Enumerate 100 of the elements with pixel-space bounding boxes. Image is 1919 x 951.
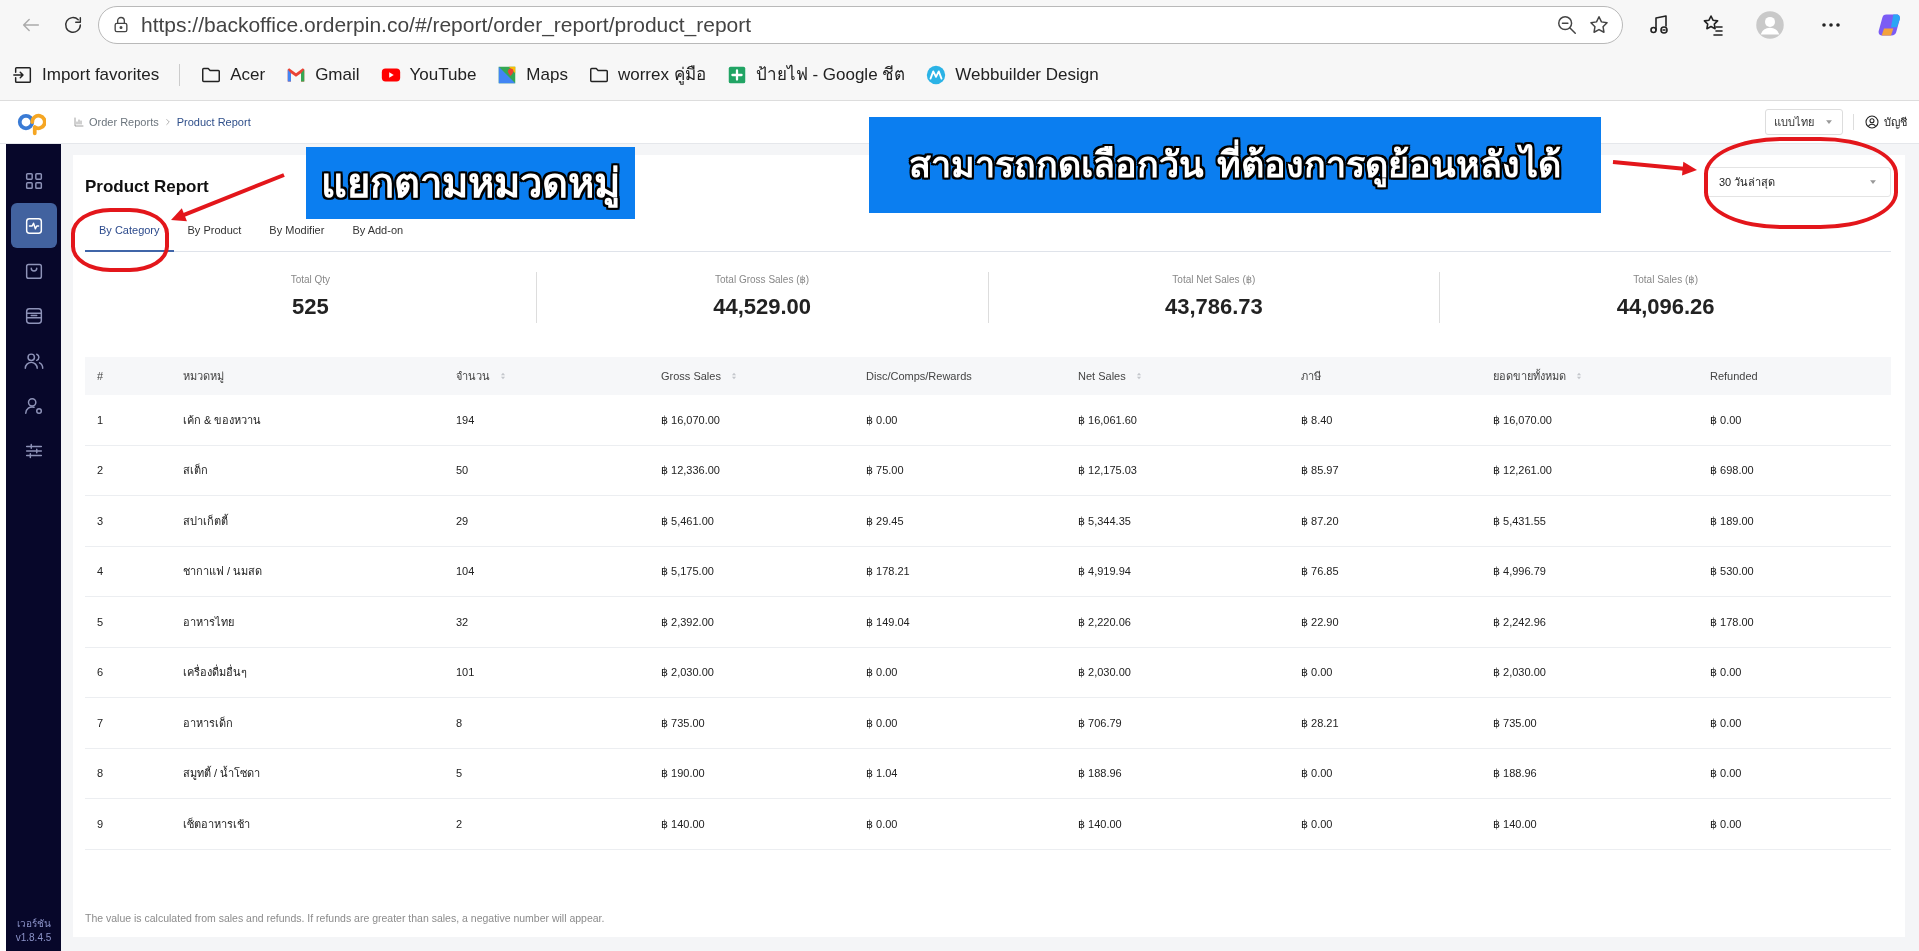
table-cell: 5 bbox=[97, 615, 104, 628]
stat-value: 43,786.73 bbox=[1163, 292, 1264, 321]
bookmark-link[interactable]: Maps bbox=[496, 62, 568, 88]
table-cell: ฿ 4,996.79 bbox=[1493, 565, 1546, 578]
report-tab[interactable]: By Category bbox=[85, 218, 174, 252]
table-cell: ฿ 189.00 bbox=[1710, 514, 1754, 527]
table-cell: อาหารเด็ก bbox=[183, 716, 233, 729]
table-cell: ฿ 5,344.35 bbox=[1078, 514, 1131, 527]
stat-label: Total Sales (฿) bbox=[1632, 272, 1699, 287]
table-cell: ฿ 178.00 bbox=[1710, 615, 1754, 628]
account-link[interactable]: บัญชี bbox=[1853, 113, 1907, 131]
table-cell: ฿ 735.00 bbox=[1493, 716, 1537, 729]
table-cell: 8 bbox=[456, 716, 463, 729]
bookmark-link[interactable]: Import favorites bbox=[12, 62, 160, 88]
table-cell: ฿ 735.00 bbox=[661, 716, 705, 729]
table-cell: ฿ 0.00 bbox=[1301, 666, 1333, 679]
table-cell: ฿ 0.00 bbox=[866, 413, 898, 426]
table-cell: ฿ 188.96 bbox=[1493, 767, 1537, 780]
url-text: https://backoffice.orderpin.co/#/report/order_report/product_report bbox=[141, 12, 753, 39]
table-cell: ฿ 0.00 bbox=[1710, 666, 1742, 679]
date-range-select[interactable]: 30 วันล่าสุด bbox=[1706, 167, 1891, 197]
table-cell: ฿ 140.00 bbox=[661, 817, 705, 830]
table-cell: 8 bbox=[97, 767, 104, 780]
table-cell: ฿ 140.00 bbox=[1493, 817, 1537, 830]
breadcrumb-link[interactable]: Product Report bbox=[176, 113, 251, 131]
table-cell: ฿ 75.00 bbox=[866, 464, 904, 477]
column-header: ยอดขายทั้งหมด bbox=[1493, 367, 1584, 385]
column-header: Net Sales bbox=[1078, 367, 1144, 385]
table-cell: ฿ 5,461.00 bbox=[661, 514, 714, 527]
table-cell: 2 bbox=[97, 464, 104, 477]
table-cell: 5 bbox=[456, 767, 463, 780]
bookmark-link[interactable]: Webbuilder Design bbox=[925, 62, 1099, 88]
column-header: ภาษี bbox=[1301, 368, 1321, 384]
report-tab[interactable]: By Modifier bbox=[255, 218, 339, 252]
table-cell: ฿ 16,070.00 bbox=[661, 413, 720, 426]
table-cell: ชากาแฟ / นมสด bbox=[183, 565, 263, 578]
annotation-callout: แยกตามหมวดหมู่ bbox=[306, 147, 635, 219]
column-header: Disc/Comps/Rewards bbox=[866, 368, 972, 384]
table-cell: ฿ 0.00 bbox=[866, 716, 898, 729]
report-tab[interactable]: By Add-on bbox=[338, 218, 418, 252]
table-cell: ฿ 85.97 bbox=[1301, 464, 1339, 477]
language-select[interactable]: แบบไทย bbox=[1765, 108, 1843, 136]
address-bar[interactable]: https://backoffice.orderpin.co/#/report/order_report/product_report bbox=[98, 6, 1623, 44]
bookmark-link[interactable]: ป้ายไฟ - Google ชีต bbox=[725, 62, 906, 88]
table-cell: ฿ 0.00 bbox=[1710, 716, 1742, 729]
bookmark-link[interactable]: Gmail bbox=[285, 62, 360, 88]
table-cell: สเต็ก bbox=[183, 464, 208, 477]
bookmark-link[interactable]: Acer bbox=[200, 62, 266, 88]
column-header: จำนวน bbox=[456, 367, 508, 385]
table-cell: 50 bbox=[456, 464, 469, 477]
report-tab[interactable]: By Product bbox=[173, 218, 256, 252]
table-cell: ฿ 2,030.00 bbox=[1493, 666, 1546, 679]
table-cell: ฿ 4,919.94 bbox=[1078, 565, 1131, 578]
table-cell: ฿ 2,030.00 bbox=[1078, 666, 1131, 679]
bookmark-link[interactable]: YouTube bbox=[379, 62, 477, 88]
breadcrumb-link[interactable]: Order Reports bbox=[89, 113, 159, 131]
table-cell: ฿ 0.00 bbox=[1710, 413, 1742, 426]
table-cell: ฿ 0.00 bbox=[1710, 817, 1742, 830]
table-cell: ฿ 698.00 bbox=[1710, 464, 1754, 477]
version-text: เวอร์ชัน bbox=[15, 917, 52, 931]
table-cell: ฿ 706.79 bbox=[1078, 716, 1122, 729]
bookmark-link[interactable]: worrex คู่มือ bbox=[587, 62, 706, 88]
table-cell: ฿ 2,392.00 bbox=[661, 615, 714, 628]
annotation-callout: สามารถกดเลือกวัน ที่ต้องการดูย้อนหลังได้ bbox=[869, 117, 1601, 213]
sidebar-item[interactable] bbox=[10, 203, 57, 248]
table-cell: 6 bbox=[97, 666, 104, 679]
table-cell: 9 bbox=[97, 817, 104, 830]
stat-value: 525 bbox=[291, 292, 330, 321]
table-cell: ฿ 22.90 bbox=[1301, 615, 1339, 628]
stat-value: 44,529.00 bbox=[712, 292, 813, 321]
table-cell: ฿ 0.00 bbox=[1710, 767, 1742, 780]
table-cell: ฿ 190.00 bbox=[661, 767, 705, 780]
table-cell: ฿ 1.04 bbox=[866, 767, 898, 780]
table-cell: 194 bbox=[456, 413, 475, 426]
table-cell: 1 bbox=[97, 413, 104, 426]
table-cell: ฿ 2,030.00 bbox=[661, 666, 714, 679]
zoom-out-icon[interactable] bbox=[1556, 14, 1578, 36]
chart-icon bbox=[73, 116, 85, 128]
table-cell: เครื่องดื่มอื่นๆ bbox=[183, 666, 247, 679]
table-cell: ฿ 76.85 bbox=[1301, 565, 1339, 578]
reload-icon bbox=[62, 14, 84, 36]
table-cell: ฿ 5,175.00 bbox=[661, 565, 714, 578]
stat-label: Total Gross Sales (฿) bbox=[714, 272, 811, 287]
table-cell: ฿ 178.21 bbox=[866, 565, 910, 578]
table-cell: ฿ 0.00 bbox=[1301, 767, 1333, 780]
page-title: Product Report bbox=[85, 177, 209, 198]
footnote: The value is calculated from sales and refunds. If refunds are greater than sales, a negative number will appear. bbox=[85, 911, 606, 927]
favorite-star-icon[interactable] bbox=[1588, 14, 1610, 36]
table-cell: 104 bbox=[456, 565, 475, 578]
column-header: หมวดหมู่ bbox=[183, 368, 224, 385]
table-cell: ฿ 8.40 bbox=[1301, 413, 1333, 426]
table-cell: ฿ 12,336.00 bbox=[661, 464, 720, 477]
media-icon[interactable] bbox=[1647, 13, 1671, 37]
column-header: Gross Sales bbox=[661, 367, 739, 385]
table-cell: ฿ 0.00 bbox=[866, 817, 898, 830]
table-cell: 29 bbox=[456, 514, 469, 527]
table-cell: ฿ 12,175.03 bbox=[1078, 464, 1137, 477]
favorites-icon[interactable] bbox=[1701, 13, 1725, 37]
stat-value: 44,096.26 bbox=[1615, 292, 1716, 321]
table-cell: ฿ 28.21 bbox=[1301, 716, 1339, 729]
